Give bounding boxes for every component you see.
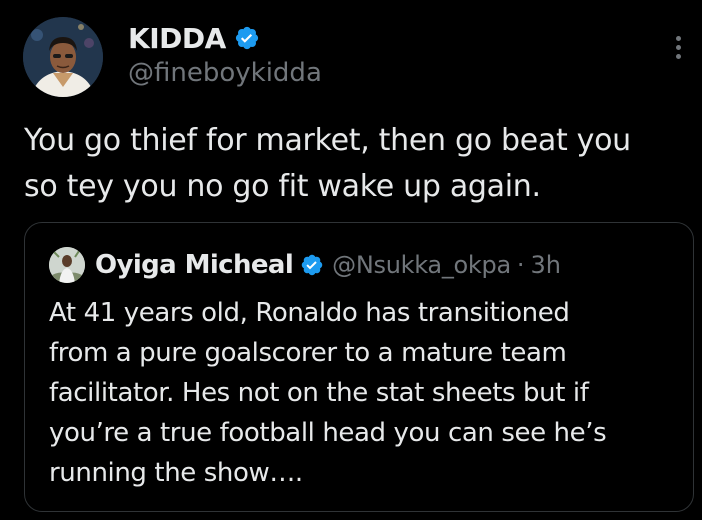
quoted-text-line: from a pure goalscorer to a mature team (49, 338, 567, 368)
quoted-tweet-timestamp[interactable]: 3h (531, 251, 561, 279)
avatar-image (23, 17, 103, 97)
author-avatar[interactable] (23, 17, 103, 97)
quoted-tweet-header: Oyiga Micheal @Nsukka_okpa · 3h (49, 243, 561, 287)
author-name-row[interactable]: KIDDA (128, 18, 260, 58)
tweet-text: You go thief for market, then go beat yo… (24, 118, 694, 210)
quoted-text-line: facilitator. Hes not on the stat sheets … (49, 378, 589, 408)
author-handle[interactable]: @fineboykidda (128, 58, 322, 88)
quoted-tweet[interactable]: Oyiga Micheal @Nsukka_okpa · 3h At 41 ye… (24, 222, 694, 512)
quoted-text-line: running the show…. (49, 458, 303, 488)
quoted-author-handle[interactable]: @Nsukka_okpa (332, 251, 511, 279)
tweet-card: KIDDA @fineboykidda You go thief for mar… (0, 0, 702, 520)
quoted-author-display-name[interactable]: Oyiga Micheal (95, 250, 294, 280)
more-options-icon[interactable] (672, 36, 684, 66)
quoted-text-line: At 41 years old, Ronaldo has transitione… (49, 298, 570, 328)
separator-dot: · (516, 251, 525, 279)
quoted-author-avatar[interactable] (49, 247, 85, 283)
quoted-avatar-image (49, 247, 85, 283)
tweet-text-line: You go thief for market, then go beat yo… (24, 123, 631, 158)
tweet-text-line: so tey you no go fit wake up again. (24, 169, 541, 204)
quoted-text-line: you’re a true football head you can see … (49, 418, 607, 448)
verified-badge-icon (234, 25, 260, 51)
verified-badge-icon (300, 253, 324, 277)
quoted-tweet-text: At 41 years old, Ronaldo has transitione… (49, 293, 679, 493)
author-display-name[interactable]: KIDDA (128, 22, 226, 55)
